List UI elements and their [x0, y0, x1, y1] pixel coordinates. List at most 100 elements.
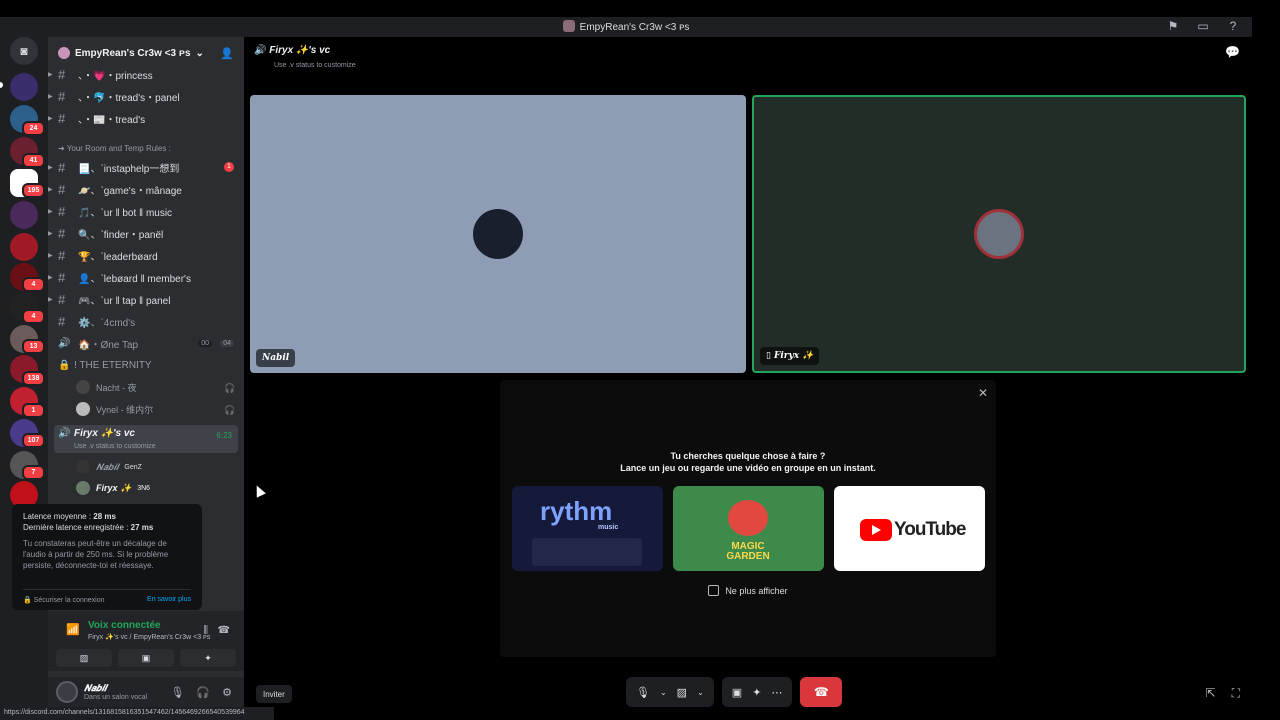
activity-card-youtube[interactable]: YouTube [834, 486, 985, 571]
pop-out-icon[interactable]: ⇱ [1206, 686, 1216, 701]
gear-icon[interactable]: ⚙ [222, 686, 232, 699]
category-header[interactable]: ➜ Your Room and Temp Rules : [58, 144, 171, 153]
mobile-icon: ▯ [766, 351, 771, 361]
more-icon[interactable]: ⋯ [771, 686, 782, 699]
screen-share-button[interactable]: ▣ [118, 649, 174, 667]
channel-name: 、・📰・tread's [78, 114, 146, 126]
activity-shelf: ✕ Tu cherches quelque chose à faire ? La… [500, 380, 996, 657]
card-title: YouTube [894, 519, 966, 540]
channel-arrow-icon: ▶ [48, 252, 53, 259]
server-small-icon [58, 47, 70, 59]
fullscreen-icon[interactable]: ⛶ [1232, 686, 1240, 701]
channel-item[interactable]: ▶ # 🎵、ˋur ‖ bot ‖ music [48, 201, 244, 221]
channel-item[interactable]: # ⚙️、ˋ4cmd's [48, 311, 244, 331]
channel-item[interactable]: ▶ # 🪐、ˋgame's・mânage [48, 179, 244, 199]
voice-member[interactable]: Firyx ✨ 3N6 [76, 479, 150, 497]
server-icon-5[interactable] [10, 201, 38, 229]
member-name: Vynel - 维内尔 [96, 404, 154, 415]
participant-tile-firyx[interactable]: ▯ Firyx ✨ [752, 95, 1246, 373]
member-name: 𝑵𝒂𝒃𝒊𝒍 [96, 461, 119, 472]
latency-tooltip: Latence moyenne : 28 ms Dernière latence… [12, 504, 202, 610]
vc-status: Use .v status to customize [74, 443, 156, 450]
channel-name: 🏠・Øne Tap [78, 339, 139, 351]
server-badge: 7 [22, 465, 45, 480]
activities-icon[interactable]: ✦ [752, 686, 761, 699]
invite-button[interactable]: Inviter [256, 685, 292, 703]
channel-arrow-icon: ▶ [48, 71, 53, 78]
microphone-icon[interactable]: 🎙 [170, 686, 184, 699]
add-user-icon[interactable]: 👤 [220, 47, 234, 60]
channel-name: 🏆、ˋleaderbøard [78, 251, 158, 263]
speaker-icon: 🔊 [58, 428, 71, 439]
hash-icon: # [58, 88, 66, 104]
voice-member[interactable]: 𝑵𝒂𝒃𝒊𝒍 GenZ [76, 458, 142, 476]
signal-icon: 📶 [66, 624, 80, 636]
hash-icon: # [58, 269, 66, 285]
hash-icon: # [58, 159, 66, 175]
server-badge: 4 [22, 309, 45, 324]
secure-connection-link[interactable]: 🔒 Sécuriser la connexion [23, 596, 105, 604]
channel-item[interactable]: ▶ # 🏆、ˋleaderbøard [48, 245, 244, 265]
avg-latency-label: Latence moyenne : [23, 512, 92, 521]
participant-name: Firyx ✨ [773, 351, 814, 361]
user-status: Dans un salon vocal [84, 694, 148, 701]
card-mascot [728, 500, 768, 536]
hash-icon: # [58, 313, 66, 329]
activity-card-magic-garden[interactable]: MAGIC GARDEN [673, 486, 824, 571]
chevron-down-icon[interactable]: ⌄ [697, 688, 704, 697]
camera-off-button[interactable]: ▨ [56, 649, 112, 667]
camera-off-icon[interactable]: ▨ [677, 686, 687, 699]
channel-item[interactable]: ▶ # 🎮、ˋur ‖ tap ‖ panel [48, 289, 244, 309]
activities-button[interactable]: ✦ [180, 649, 236, 667]
flag-icon[interactable]: ⚑ [1166, 19, 1180, 33]
avatar[interactable] [56, 681, 78, 703]
channel-arrow-icon: ▶ [48, 115, 53, 122]
help-icon[interactable]: ? [1226, 19, 1240, 33]
server-icon-6[interactable] [10, 233, 38, 261]
member-tag: 3N6 [137, 484, 151, 492]
channel-item[interactable]: ▶ # 、・📰・tread's [48, 108, 244, 128]
voice-member[interactable]: Nacht - 夜 [76, 378, 137, 396]
active-voice-channel[interactable]: 🔊 Firyx ✨'s vc 6:23 Use .v status to cus… [54, 425, 238, 453]
channel-name: 🔍、ˋfinder・panël [78, 229, 164, 241]
voice-member[interactable]: Vynel - 维内尔 [76, 400, 153, 418]
user-info[interactable]: 𝑵𝒂𝒃𝒊𝒍 Dans un salon vocal [84, 683, 147, 701]
voice-channel-eternity[interactable]: 🔒! THE ETERNITY [48, 355, 244, 375]
channel-item[interactable]: ▶ # 👤、ˋlebøard ‖ member's [48, 267, 244, 287]
secure-label: Sécuriser la connexion [33, 597, 105, 604]
participant-tile-nabil[interactable]: 𝑵𝒂𝒃𝒊𝒍 [250, 95, 746, 373]
deafened-icon: 🎧 [224, 383, 236, 393]
microphone-icon[interactable]: 🎙 [636, 686, 650, 699]
avatar [76, 460, 90, 474]
channel-item[interactable]: ▶ # 、・💗・princess [48, 64, 244, 84]
learn-more-link[interactable]: En savoir plus [147, 596, 191, 604]
activity-card-rythm[interactable]: rythm music [512, 486, 663, 571]
chevron-down-icon[interactable]: ⌄ [660, 688, 667, 697]
disconnect-icon[interactable]: ☎ [218, 625, 230, 636]
channel-arrow-icon: ▶ [48, 93, 53, 100]
channel-item[interactable]: ▶ # 📃、ˋinstaphelp一想到 1 [48, 157, 244, 177]
close-icon[interactable]: ✕ [978, 386, 988, 400]
discord-home-icon[interactable]: ◙ [10, 37, 38, 65]
vc-subtitle: Use .v status to customize [274, 62, 356, 69]
vc-title: Firyx ✨'s vc [269, 45, 331, 56]
checkbox[interactable] [708, 585, 720, 596]
channel-name: 📃、ˋinstaphelp一想到 [78, 163, 180, 175]
screen-share-icon[interactable]: ▣ [732, 686, 742, 699]
disconnect-button[interactable]: ☎ [800, 677, 843, 707]
avatar [473, 209, 523, 259]
channel-item[interactable]: ▶ # 、・🐬・tread's・panel [48, 86, 244, 106]
latency-description: Tu constateras peut-être un décalage de … [23, 539, 169, 570]
channel-arrow-icon: ▶ [48, 164, 53, 171]
voice-connected-label[interactable]: Voix connectée [88, 620, 161, 631]
dont-show-again[interactable]: Ne plus afficher [500, 585, 996, 596]
channel-arrow-icon: ▶ [48, 208, 53, 215]
channel-item[interactable]: ▶ # 🔍、ˋfinder・panël [48, 223, 244, 243]
server-icon-1[interactable] [10, 73, 38, 101]
last-latency-label: Dernière latence enregistrée : [23, 523, 129, 532]
inbox-icon[interactable]: ▭ [1196, 19, 1210, 33]
chat-icon[interactable]: 💬 [1225, 45, 1240, 59]
headphones-icon[interactable]: 🎧 [196, 686, 210, 699]
noise-suppression-icon[interactable]: ⫼ [203, 625, 208, 636]
voice-channel-one-tap[interactable]: 🔊 🏠・Øne Tap 00 04 [48, 333, 244, 353]
